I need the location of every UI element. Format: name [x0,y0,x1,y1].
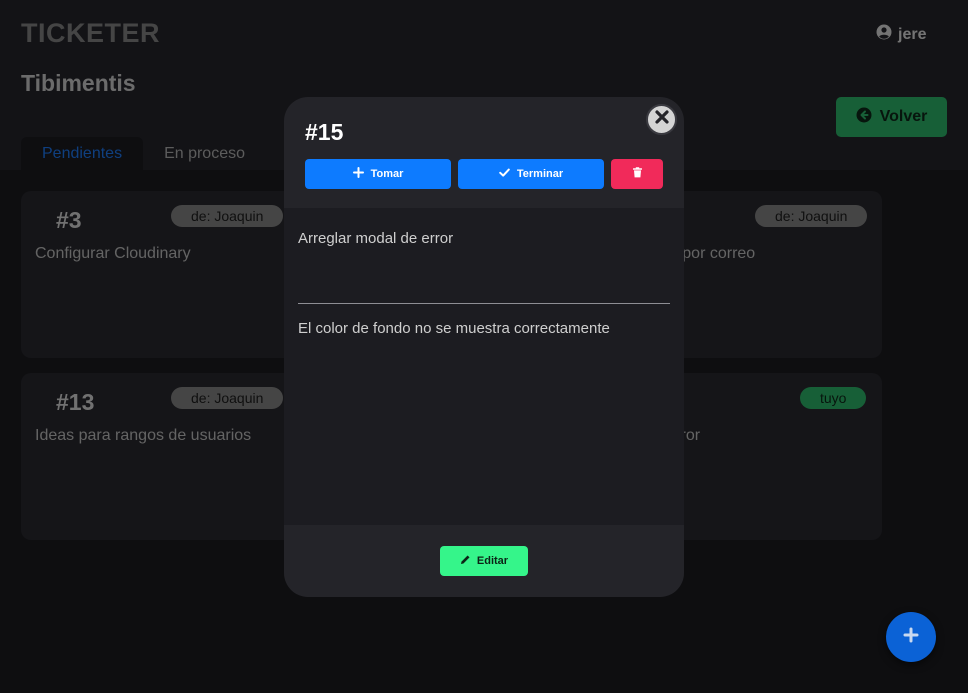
modal-body: Arreglar modal de error El color de fond… [284,208,684,525]
trash-icon [632,167,643,181]
edit-label: Editar [476,555,509,567]
close-icon [654,110,669,129]
take-button[interactable]: Tomar [305,159,451,189]
ticket-modal: #15 Tomar Terminar Arreglar modal de err… [284,97,684,597]
modal-ticket-number: #15 [305,119,344,145]
ticket-title: Arreglar modal de error [298,230,454,247]
plus-icon [903,627,919,648]
close-button[interactable] [646,104,677,135]
finish-button[interactable]: Terminar [458,159,604,189]
check-icon [499,167,510,181]
finish-label: Terminar [516,168,564,180]
ticket-description: El color de fondo no se muestra correcta… [298,320,610,337]
edit-button[interactable]: Editar [440,546,528,576]
pencil-icon [460,554,471,568]
take-label: Tomar [370,168,404,180]
divider [298,303,670,304]
delete-button[interactable] [611,159,663,189]
add-ticket-button[interactable] [886,612,936,662]
plus-icon [352,167,364,181]
